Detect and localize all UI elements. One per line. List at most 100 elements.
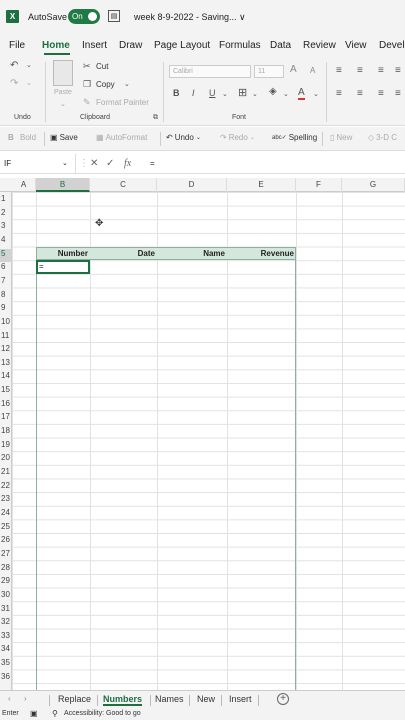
sheet-tab-names[interactable]: Names (155, 694, 184, 704)
font-color-dropdown-icon[interactable]: ⌄ (313, 90, 319, 98)
tab-file[interactable]: File (9, 40, 25, 51)
row-header[interactable]: 32 (0, 617, 12, 631)
copy-button[interactable]: Copy (96, 80, 115, 89)
table-header-revenue[interactable]: Revenue (228, 249, 294, 258)
row-header[interactable]: 12 (0, 344, 12, 358)
align-middle-icon[interactable]: ≡ (357, 65, 363, 76)
row-header[interactable]: 20 (0, 453, 12, 467)
row-header[interactable]: 33 (0, 631, 12, 645)
row-header[interactable]: 10 (0, 317, 12, 331)
borders-icon[interactable]: ⊞ (238, 86, 247, 99)
sheet-tab-insert[interactable]: Insert (229, 694, 252, 704)
row-header[interactable]: 13 (0, 358, 12, 372)
row-header[interactable]: 6 (0, 262, 12, 276)
font-name-select[interactable]: Calibri (169, 65, 251, 78)
row-header[interactable]: 24 (0, 508, 12, 522)
scroll-left-icon[interactable]: ‹ (8, 694, 11, 703)
column-header-a[interactable]: A (12, 178, 36, 192)
row-header[interactable]: 9 (0, 303, 12, 317)
tab-developer[interactable]: Develo (379, 40, 405, 51)
align-left-icon[interactable]: ≡ (336, 88, 342, 99)
underline-dropdown-icon[interactable]: ⌄ (222, 90, 228, 98)
row-header[interactable]: 5 (0, 248, 12, 263)
function-icon[interactable]: fx (124, 158, 131, 169)
row-header[interactable]: 7 (0, 276, 12, 290)
sheet-tab-replace[interactable]: Replace (58, 694, 91, 704)
italic-button[interactable]: I (192, 88, 195, 98)
tab-draw[interactable]: Draw (119, 40, 142, 51)
tab-insert[interactable]: Insert (82, 40, 107, 51)
sheet-tab-new[interactable]: New (197, 694, 215, 704)
macro-record-icon[interactable]: ▣ (30, 709, 38, 718)
grow-font-icon[interactable]: A (290, 64, 297, 75)
fill-color-dropdown-icon[interactable]: ⌄ (283, 90, 289, 98)
format-painter-icon[interactable]: ✎ (83, 97, 91, 108)
table-header-date[interactable]: Date (91, 249, 155, 258)
align-top-icon[interactable]: ≡ (336, 65, 342, 76)
column-header-e[interactable]: E (227, 178, 296, 192)
redo-dropdown-icon[interactable]: ⌄ (26, 79, 32, 87)
table-header-number[interactable]: Number (37, 249, 88, 258)
qat-spelling-button[interactable]: abc✓ Spelling (272, 133, 317, 142)
row-header[interactable]: 18 (0, 426, 12, 440)
borders-dropdown-icon[interactable]: ⌄ (252, 90, 258, 98)
name-box[interactable]: IF ⌄ (0, 154, 76, 174)
tab-page-layout[interactable]: Page Layout (154, 40, 210, 51)
column-header-c[interactable]: C (90, 178, 157, 192)
row-header[interactable]: 30 (0, 590, 12, 604)
row-header[interactable]: 15 (0, 385, 12, 399)
sheet-tab-numbers[interactable]: Numbers (103, 694, 143, 706)
paste-icon[interactable] (53, 60, 73, 86)
shrink-font-icon[interactable]: A (310, 66, 315, 75)
row-header[interactable]: 34 (0, 644, 12, 658)
save-status-icon[interactable]: ▤ (108, 10, 120, 22)
accessibility-icon[interactable]: ⚲ (52, 709, 58, 718)
tab-home[interactable]: Home (42, 40, 70, 51)
cell-area[interactable]: Number Date Name Revenue = ✥ (12, 192, 405, 692)
align-right-icon[interactable]: ≡ (378, 88, 384, 99)
indent-icon[interactable]: ≡ (395, 88, 401, 99)
underline-button[interactable]: U (209, 88, 216, 98)
row-header[interactable]: 19 (0, 440, 12, 454)
clipboard-launcher-icon[interactable]: ⧉ (153, 114, 158, 122)
undo-icon[interactable]: ↶ (10, 60, 18, 71)
row-header[interactable]: 27 (0, 549, 12, 563)
bold-button[interactable]: B (173, 88, 180, 98)
row-header[interactable]: 21 (0, 467, 12, 481)
row-header[interactable]: 35 (0, 658, 12, 672)
qat-autoformat-button[interactable]: ▦ AutoFormat (96, 133, 147, 142)
tab-data[interactable]: Data (270, 40, 291, 51)
enter-icon[interactable]: ✓ (106, 158, 114, 169)
cancel-icon[interactable]: ✕ (90, 158, 98, 169)
row-header[interactable]: 14 (0, 371, 12, 385)
row-header[interactable]: 2 (0, 208, 12, 222)
tab-formulas[interactable]: Formulas (219, 40, 261, 51)
column-header-d[interactable]: D (157, 178, 227, 192)
row-header[interactable]: 3 (0, 221, 12, 235)
column-header-b[interactable]: B (36, 178, 90, 192)
chevron-down-icon[interactable]: ⌄ (62, 159, 68, 167)
align-center-icon[interactable]: ≡ (357, 88, 363, 99)
copy-icon[interactable]: ❐ (83, 79, 91, 90)
cut-button[interactable]: Cut (96, 62, 108, 71)
scroll-right-icon[interactable]: › (24, 694, 27, 703)
table-header-name[interactable]: Name (158, 249, 225, 258)
column-header-f[interactable]: F (296, 178, 342, 192)
row-header[interactable]: 17 (0, 412, 12, 426)
active-cell[interactable]: = (36, 260, 90, 274)
font-size-select[interactable]: 11 (254, 65, 284, 78)
formula-input[interactable]: = (150, 159, 155, 168)
qat-bold-button[interactable]: B Bold (8, 133, 36, 142)
row-header[interactable]: 28 (0, 563, 12, 577)
column-header-g[interactable]: G (342, 178, 405, 192)
add-sheet-icon[interactable]: + (277, 693, 289, 705)
row-header[interactable]: 36 (0, 672, 12, 686)
paste-label[interactable]: Paste (54, 89, 72, 96)
row-header[interactable]: 1 (0, 194, 12, 208)
row-header[interactable]: 8 (0, 290, 12, 304)
font-color-button[interactable]: A (298, 87, 305, 100)
tab-view[interactable]: View (345, 40, 367, 51)
qat-undo-button[interactable]: ↶ Undo ⌄ (166, 133, 201, 142)
format-painter-button[interactable]: Format Painter (96, 98, 149, 107)
qat-save-button[interactable]: ▣ Save (50, 133, 78, 142)
